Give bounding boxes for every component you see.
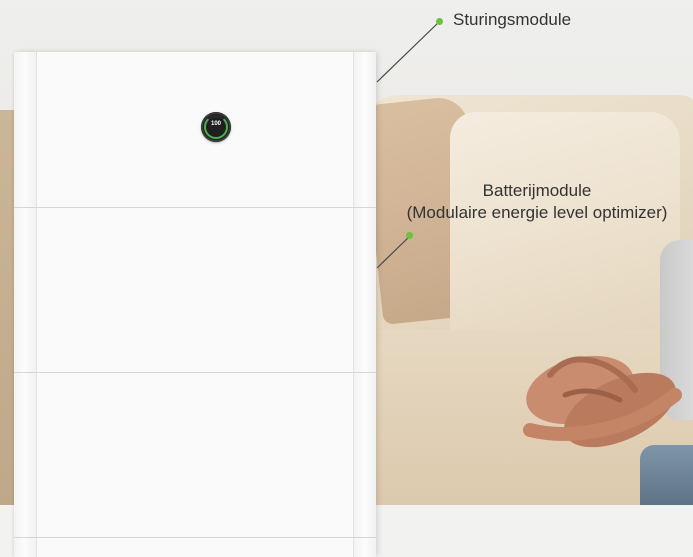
charge-level-value: 100	[210, 121, 221, 127]
battery-module-label-line1: Batterijmodule	[482, 181, 592, 200]
clasped-hands-illustration	[523, 355, 682, 448]
charge-ring-icon	[204, 115, 228, 139]
status-display: 100	[201, 112, 231, 142]
control-callout-dot	[436, 18, 443, 25]
sofa-cushion-middle	[450, 112, 680, 362]
module-seam	[14, 537, 376, 538]
product-scene: 100 Sturingsmodule Batterijmodule (Modul…	[0, 0, 693, 557]
battery-module-label-line2: (Modulaire energie level optimizer)	[406, 203, 668, 222]
control-module: 100	[36, 52, 354, 207]
battery-callout-dot	[406, 232, 413, 239]
control-module-label: Sturingsmodule	[453, 10, 572, 29]
battery-cabinet: 100	[14, 52, 376, 557]
cabinet-rail-left	[14, 52, 37, 557]
background-left-edge	[0, 110, 14, 510]
battery-module-label: Batterijmodule (Modulaire energie level …	[382, 180, 692, 224]
cabinet-rail-right	[353, 52, 376, 557]
battery-module-2	[36, 373, 354, 537]
battery-module-1	[36, 208, 354, 372]
